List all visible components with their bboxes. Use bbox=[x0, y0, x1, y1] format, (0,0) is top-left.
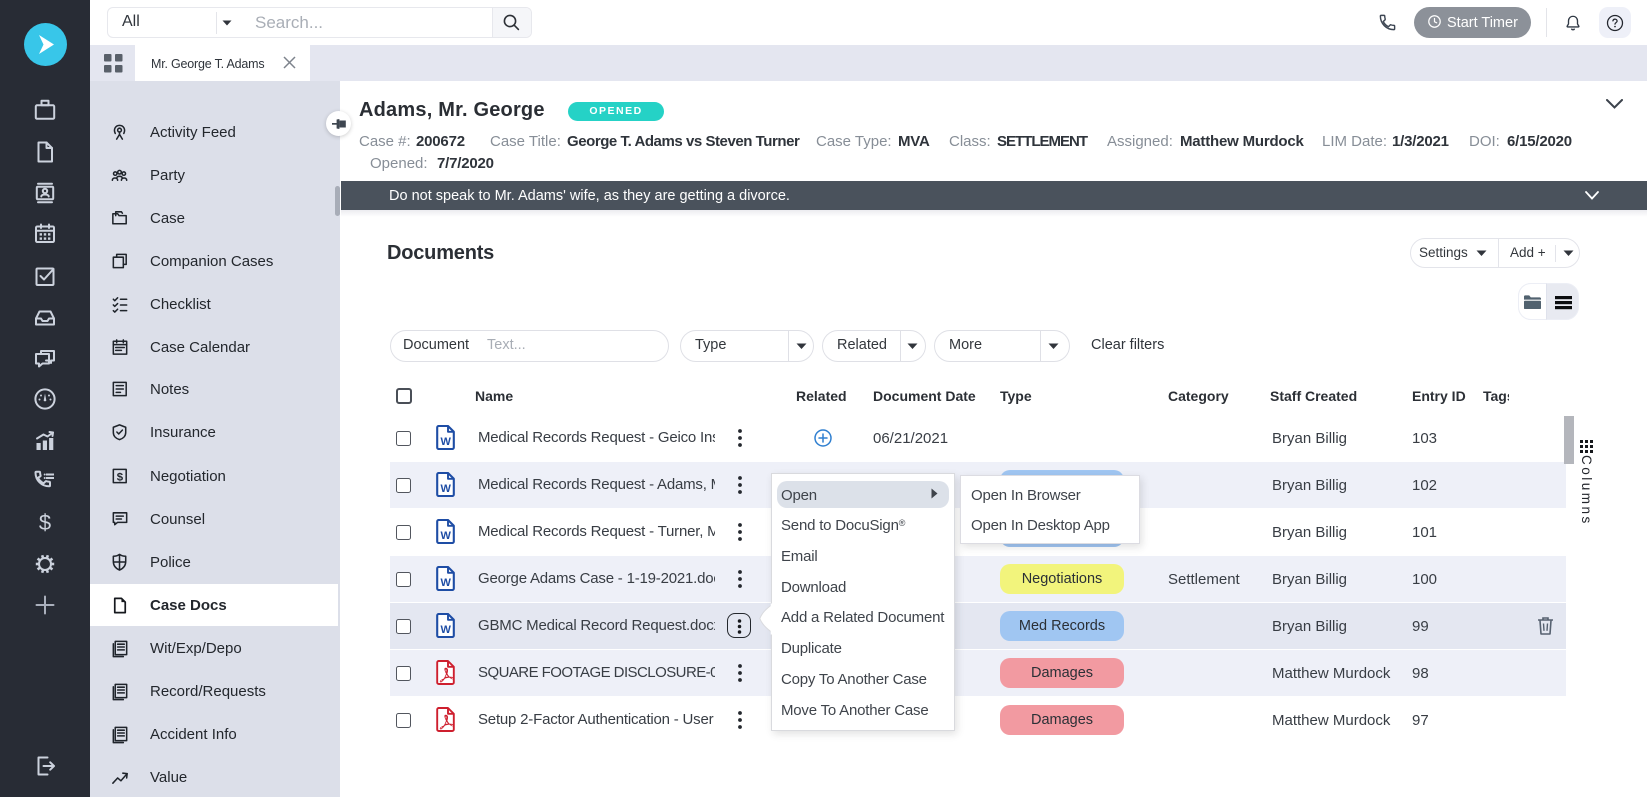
svg-text:W: W bbox=[441, 577, 452, 589]
svg-text:W: W bbox=[441, 483, 452, 495]
svg-text:W: W bbox=[441, 436, 452, 448]
svg-text:$: $ bbox=[39, 510, 51, 535]
svg-text:$: $ bbox=[117, 471, 124, 483]
svg-text:W: W bbox=[441, 624, 452, 636]
svg-text:W: W bbox=[441, 530, 452, 542]
